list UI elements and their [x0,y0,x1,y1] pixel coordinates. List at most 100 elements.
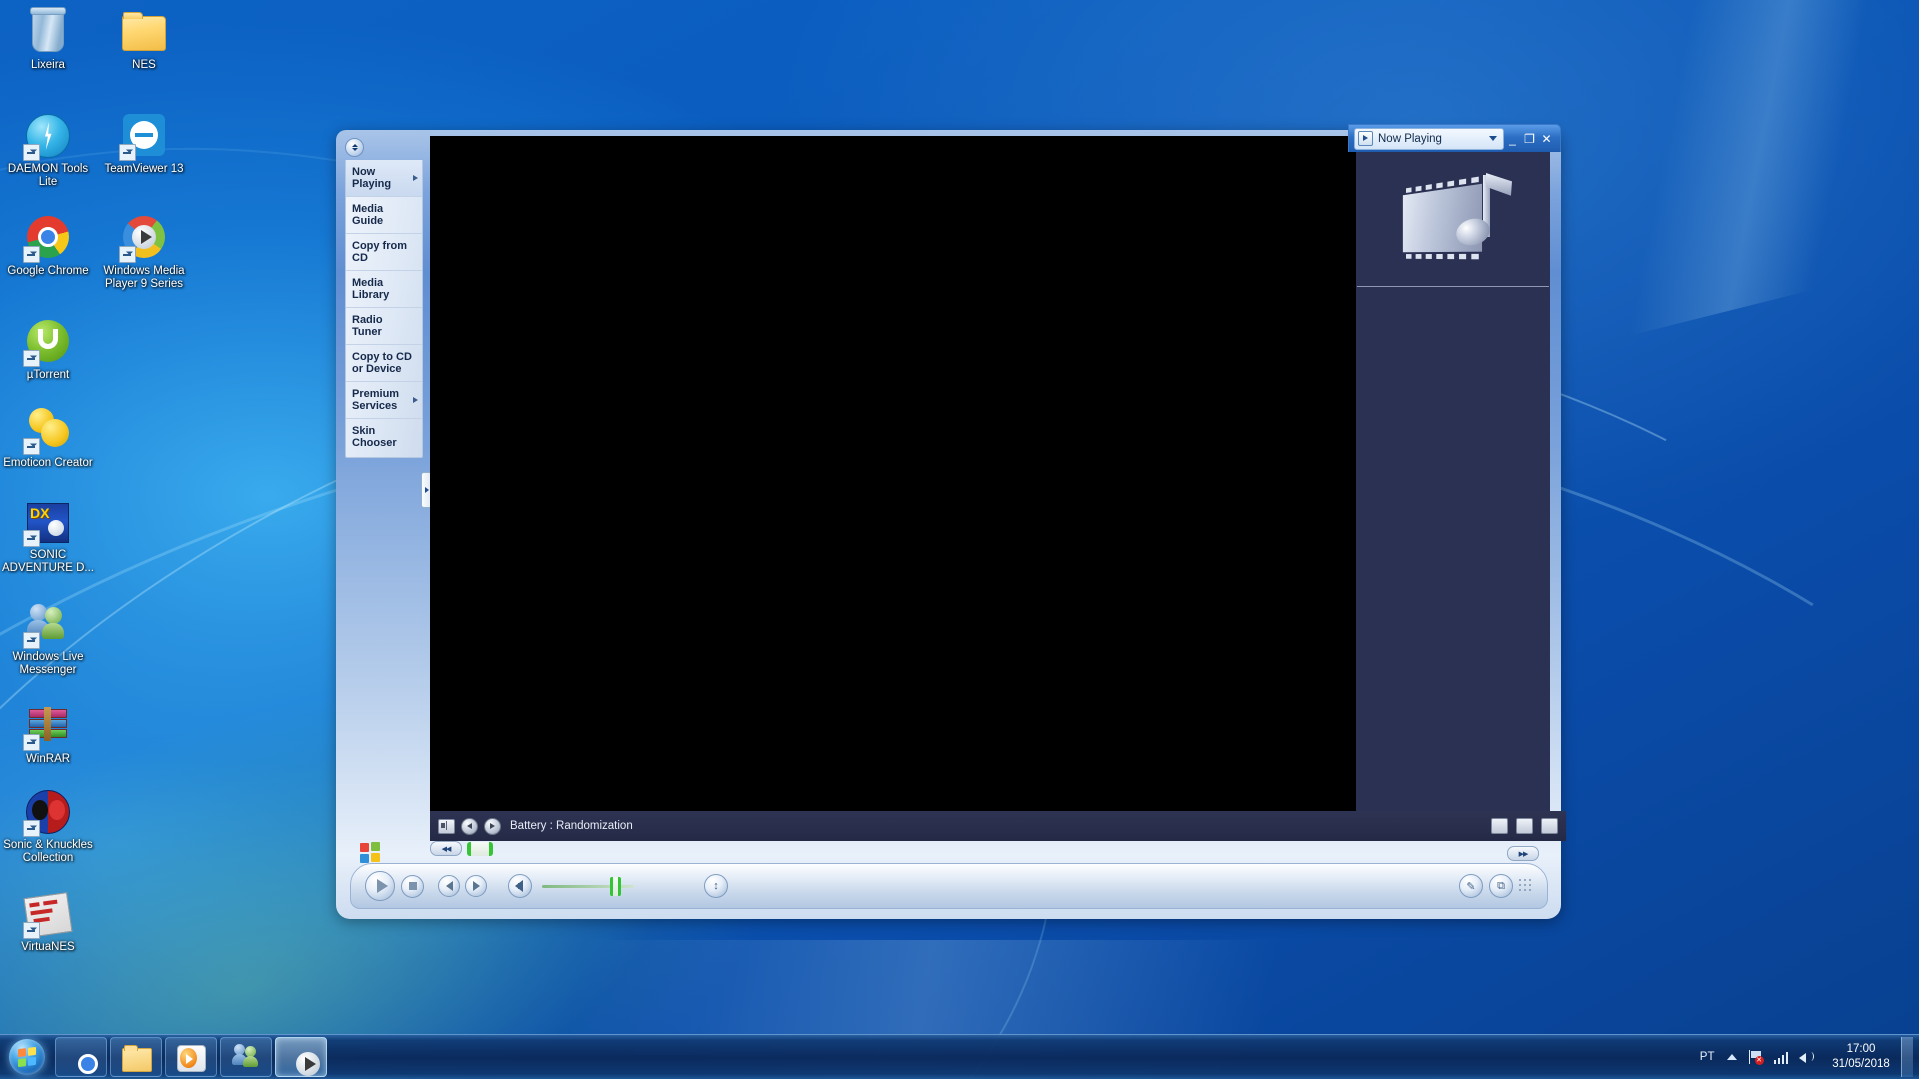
sidebar-item-label: Copy from CD [352,240,407,264]
rewind-button[interactable]: ◀◀ [430,841,462,856]
utorrent-icon [0,316,96,367]
shortcut-overlay-icon [23,922,40,939]
sidebar-item-radio-tuner[interactable]: Radio Tuner [346,308,422,345]
shortcut-overlay-icon [23,246,40,263]
expand-collapse-button[interactable] [345,138,364,157]
shortcut-overlay-icon [23,820,40,837]
sidebar-item-label: Radio Tuner [352,314,383,338]
desktop-icon-emoticon-creator[interactable]: Emoticon Creator [0,404,96,470]
show-desktop-button[interactable] [1901,1037,1913,1077]
chevron-down-icon[interactable] [1489,136,1497,141]
desktop-icon-daemon-tools-lite[interactable]: DAEMON Tools Lite [0,110,96,188]
show-playlist-icon[interactable] [1491,818,1508,834]
chevron-up-icon [1726,1054,1737,1060]
sidebar-item-copy-to-cd-or-device[interactable]: Copy to CD or Device [346,345,422,382]
start-button[interactable] [3,1037,51,1077]
taskbar-explorer[interactable] [110,1037,162,1077]
skin-button[interactable]: ✎ [1459,874,1483,898]
wmp-stage: Battery : Randomization [430,136,1566,841]
now-playing-dropdown[interactable]: Now Playing [1354,127,1504,150]
desktop-icon-label: Lixeira [31,59,65,71]
mute-button[interactable] [508,874,532,898]
stop-button[interactable] [401,874,424,898]
video-display-area[interactable] [430,136,1356,811]
speaker-icon [515,880,523,892]
language-indicator[interactable]: PT [1700,1051,1715,1063]
signal-strength-icon[interactable] [1773,1051,1788,1064]
wmp-title-bar[interactable]: Now Playing _ ❐ ✕ [1348,124,1561,152]
shortcut-overlay-icon [23,530,40,547]
sidebar-item-premium-services[interactable]: Premium Services [346,382,422,419]
desktop-icon-label: TeamViewer 13 [104,163,184,175]
sidebar-item-label: Premium Services [352,388,400,412]
desktop-icon-label: Windows Media Player 9 Series [103,265,185,290]
sidebar-item-label: Media Library [352,277,390,301]
fast-forward-button[interactable]: ▶▶ [1507,846,1539,861]
sidebar-item-label: Skin Chooser [352,425,397,449]
desktop-icon-lixeira[interactable]: Lixeira [0,6,96,72]
media-info-icon[interactable] [1541,818,1558,834]
windows-live-messenger-icon [0,598,96,649]
clock-date: 31/05/2018 [1832,1058,1890,1070]
recycle-bin-icon [0,6,96,56]
desktop-icon-teamviewer[interactable]: TeamViewer 13 [96,110,192,176]
view-layout-icon[interactable] [438,818,455,834]
taskbar-wmp9[interactable] [275,1037,327,1077]
show-hidden-icons-button[interactable] [1726,1054,1737,1060]
seek-slider-thumb[interactable] [467,841,493,856]
close-button[interactable]: ✕ [1538,130,1555,148]
sidebar-item-copy-from-cd[interactable]: Copy from CD [346,234,422,271]
sidebar-item-skin-chooser[interactable]: Skin Chooser [346,419,422,455]
shortcut-overlay-icon [23,350,40,367]
wmp-status-bar: Battery : Randomization [430,811,1566,841]
sidebar-item-now-playing[interactable]: Now Playing [346,160,422,197]
chevron-down-icon [351,148,358,151]
wmp-navigation-panel: Now Playing Media Guide Copy from CD Med… [340,138,424,898]
minimize-button[interactable]: _ [1504,130,1521,148]
play-button[interactable] [365,871,395,901]
desktop-icon-google-chrome[interactable]: Google Chrome [0,212,96,278]
full-screen-icon[interactable] [1516,818,1533,834]
desktop-icon-virtuanes[interactable]: VirtuaNES [0,888,96,954]
shortcut-overlay-icon [23,734,40,751]
desktop-icon-sonic-knuckles-collection[interactable]: Sonic & Knuckles Collection [0,786,96,864]
desktop-icon-label: WinRAR [25,753,71,765]
sidebar-item-label: Media Guide [352,203,384,227]
seek-bar-row: ◀◀ [430,841,1550,863]
wmp-nav-list: Now Playing Media Guide Copy from CD Med… [345,160,423,458]
switch-to-skin-mode-button[interactable]: ⧉ [1489,874,1513,898]
virtuanes-icon [0,888,96,939]
resize-grip[interactable] [1519,879,1533,893]
desktop-icon-utorrent[interactable]: µTorrent [0,316,96,382]
desktop-icon-nes[interactable]: NES [96,6,192,72]
volume-icon[interactable] [1799,1050,1814,1064]
windows-media-player-12-icon [177,1043,206,1072]
clock[interactable]: 17:00 31/05/2018 [1825,1042,1897,1072]
wmp-transport-bar: ↕ ✎ ⧉ [350,863,1548,909]
desktop-icon-winrar[interactable]: WinRAR [0,700,96,766]
previous-button[interactable] [438,875,460,897]
windows-media-player-window[interactable]: Now Playing Media Guide Copy from CD Med… [336,130,1566,919]
desktop-icon-windows-media-player-9[interactable]: Windows Media Player 9 Series [96,212,192,290]
chevron-right-icon [413,175,418,181]
equalizer-button[interactable]: ↕ [704,874,728,898]
desktop-icon-windows-live-messenger[interactable]: Windows Live Messenger [0,598,96,676]
previous-visualization-icon[interactable] [461,817,478,835]
taskbar-buttons [55,1037,330,1077]
shortcut-overlay-icon [119,144,136,161]
taskbar-messenger[interactable] [220,1037,272,1077]
sidebar-item-media-library[interactable]: Media Library [346,271,422,308]
chevron-right-icon [413,397,418,403]
sidebar-item-media-guide[interactable]: Media Guide [346,197,422,234]
next-visualization-icon[interactable] [484,817,501,835]
taskbar-chrome[interactable] [55,1037,107,1077]
volume-slider[interactable] [542,876,634,896]
network-disconnected-icon[interactable]: ✕ [1748,1050,1764,1065]
desktop-icon-label: Sonic & Knuckles Collection [3,839,93,864]
taskbar-wmp12[interactable] [165,1037,217,1077]
windows-logo-icon [360,842,382,864]
maximize-button[interactable]: ❐ [1521,130,1538,148]
next-button[interactable] [465,875,487,897]
volume-slider-thumb[interactable] [610,876,621,896]
desktop-icon-sonic-adventure-dx[interactable]: DX SONIC ADVENTURE D... [0,496,96,574]
